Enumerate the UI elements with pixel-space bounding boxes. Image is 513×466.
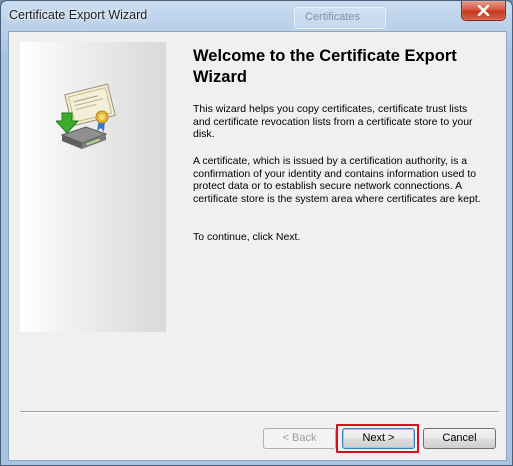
next-button[interactable]: Next > — [342, 428, 415, 449]
background-window-tab-label: Certificates — [305, 11, 361, 23]
wizard-side-panel — [20, 42, 166, 332]
continue-instruction: To continue, click Next. — [193, 231, 301, 243]
wizard-client-area: Welcome to the Certificate Export Wizard… — [8, 31, 507, 461]
window-title: Certificate Export Wizard — [9, 8, 148, 22]
cancel-button[interactable]: Cancel — [423, 428, 496, 449]
intro-paragraph: This wizard helps you copy certificates,… — [193, 103, 473, 140]
certificate-description-paragraph: A certificate, which is issued by a cert… — [193, 155, 481, 205]
title-bar[interactable]: Certificate Export Wizard Certificates — [1, 1, 512, 31]
wizard-window: Certificate Export Wizard Certificates W… — [0, 0, 513, 466]
certificate-export-icon — [56, 83, 116, 149]
wizard-heading: Welcome to the Certificate Export Wizard — [193, 47, 457, 86]
button-divider — [20, 411, 499, 413]
back-button[interactable]: < Back — [263, 428, 336, 449]
close-button[interactable] — [461, 1, 506, 21]
background-window-tab: Certificates — [294, 7, 386, 29]
close-icon — [477, 5, 490, 16]
